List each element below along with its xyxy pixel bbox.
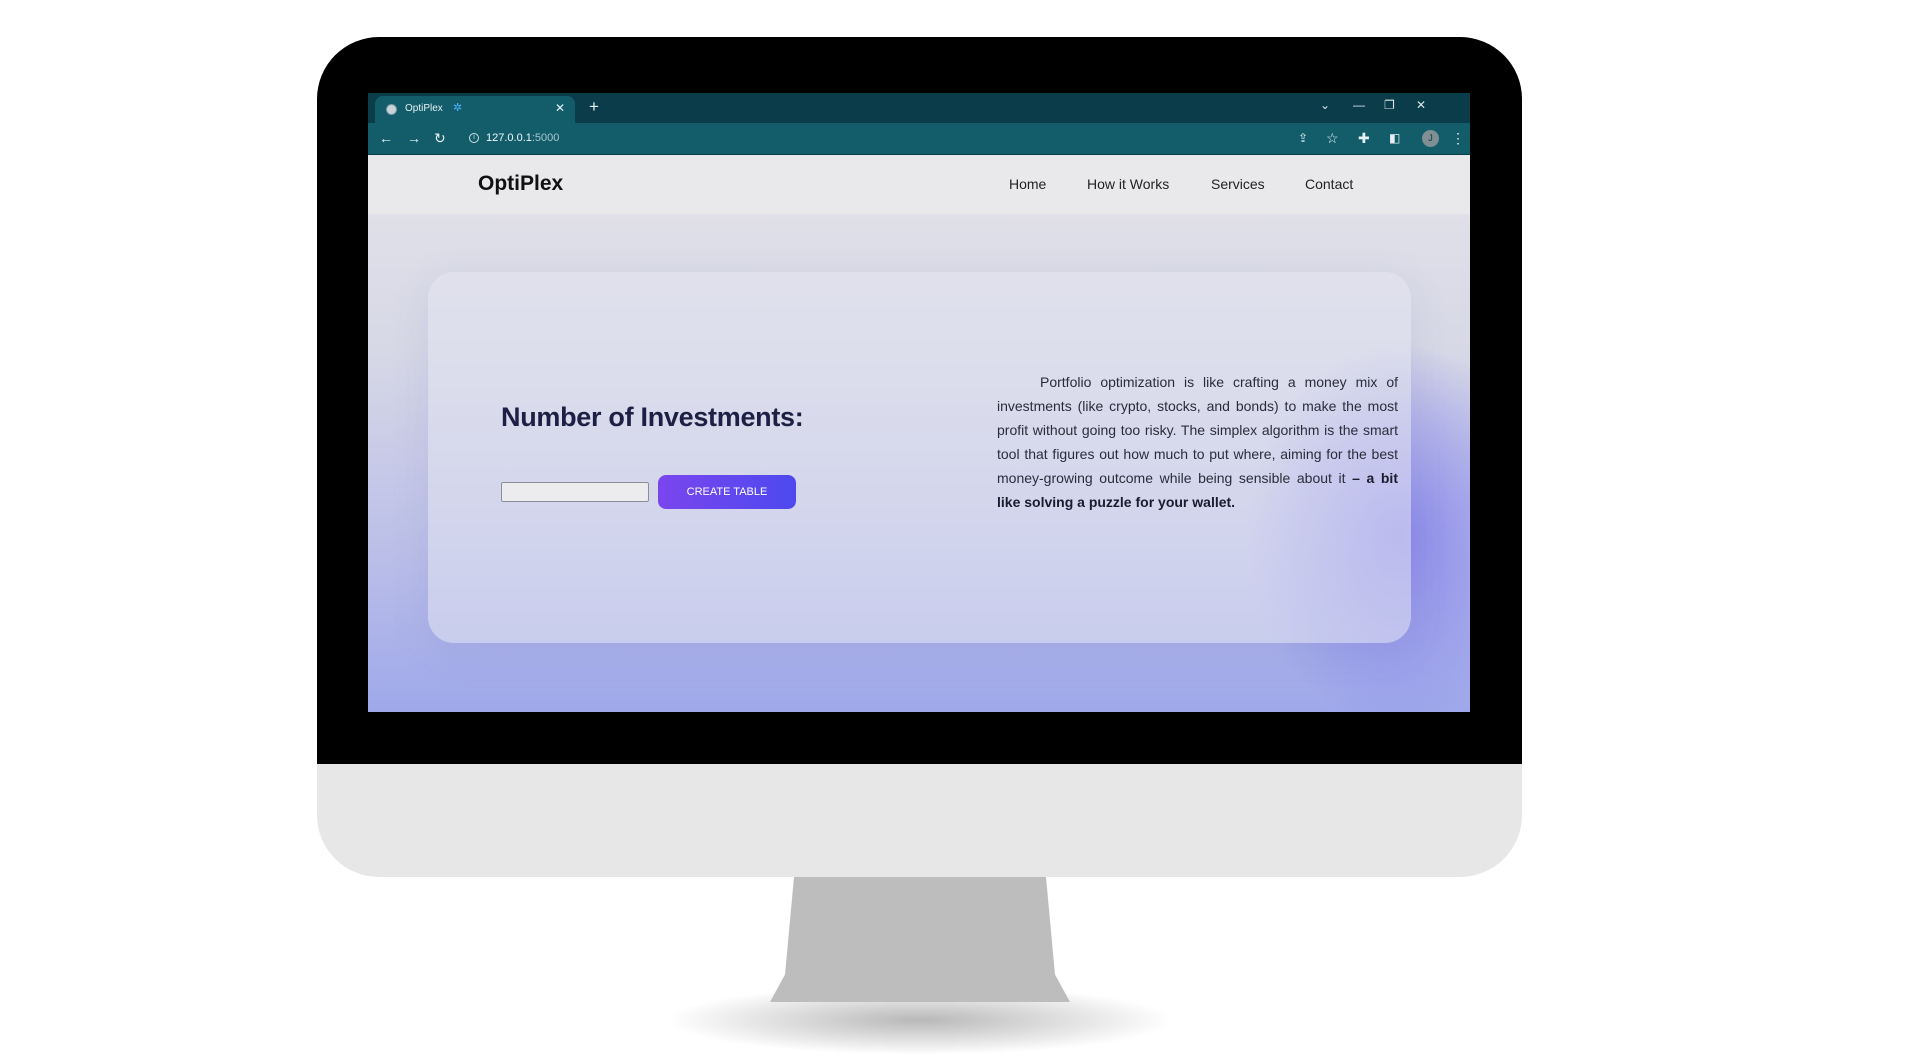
- monitor-screen: OptiPlex ✲ ✕ + ⌄ — ❐ ✕ ← → ↻ i 127.0.0.1…: [368, 93, 1470, 712]
- url-host: 127.0.0.1: [486, 132, 532, 144]
- address-bar[interactable]: i 127.0.0.1:5000: [462, 127, 1262, 150]
- bookmark-star-icon[interactable]: ☆: [1326, 129, 1339, 147]
- minimize-button[interactable]: —: [1353, 98, 1365, 112]
- profile-avatar[interactable]: J: [1422, 130, 1439, 147]
- reload-icon[interactable]: ↻: [434, 129, 446, 147]
- browser-toolbar: ← → ↻ i 127.0.0.1:5000 ⇪ ☆ ✚ ◧ J ⋮: [368, 123, 1470, 155]
- restore-button[interactable]: ❐: [1384, 98, 1395, 112]
- site-header: OptiPlex Home How it Works Services Cont…: [368, 155, 1470, 214]
- nav-link-services[interactable]: Services: [1211, 176, 1265, 192]
- forward-arrow-icon[interactable]: →: [407, 129, 421, 147]
- url-text[interactable]: 127.0.0.1:5000: [486, 132, 559, 144]
- nav-link-home[interactable]: Home: [1009, 176, 1046, 192]
- site-logo[interactable]: OptiPlex: [478, 172, 563, 196]
- side-panel-icon[interactable]: ◧: [1389, 129, 1400, 147]
- close-window-button[interactable]: ✕: [1416, 98, 1426, 112]
- share-icon[interactable]: ⇪: [1298, 129, 1308, 147]
- investment-count-input[interactable]: [501, 482, 649, 502]
- loading-spinner-icon: ✲: [453, 102, 463, 114]
- portfolio-description: Portfolio optimization is like crafting …: [997, 370, 1398, 514]
- web-page: OptiPlex Home How it Works Services Cont…: [368, 155, 1470, 712]
- browser-tab-strip: OptiPlex ✲ ✕ + ⌄ — ❐ ✕: [368, 93, 1470, 123]
- monitor-stand: [770, 877, 1070, 1002]
- globe-favicon-icon: [386, 104, 397, 115]
- description-text: Portfolio optimization is like crafting …: [997, 374, 1398, 486]
- new-tab-button[interactable]: +: [589, 97, 599, 117]
- kebab-menu-icon[interactable]: ⋮: [1451, 129, 1465, 147]
- extensions-puzzle-icon[interactable]: ✚: [1358, 129, 1370, 147]
- tab-title: OptiPlex: [405, 103, 443, 114]
- monitor-chin: [317, 764, 1522, 877]
- tab-search-icon[interactable]: ⌄: [1320, 98, 1330, 112]
- back-arrow-icon[interactable]: ←: [379, 129, 393, 147]
- url-port: :5000: [531, 132, 560, 144]
- create-table-button[interactable]: CREATE TABLE: [658, 475, 796, 509]
- site-info-icon[interactable]: i: [469, 133, 479, 143]
- investment-card: Number of Investments: CREATE TABLE Port…: [428, 272, 1411, 643]
- nav-link-contact[interactable]: Contact: [1305, 176, 1353, 192]
- investments-heading: Number of Investments:: [501, 402, 804, 432]
- nav-link-how-it-works[interactable]: How it Works: [1087, 176, 1169, 192]
- browser-tab[interactable]: OptiPlex ✲ ✕: [375, 96, 575, 123]
- tab-close-icon[interactable]: ✕: [555, 101, 565, 115]
